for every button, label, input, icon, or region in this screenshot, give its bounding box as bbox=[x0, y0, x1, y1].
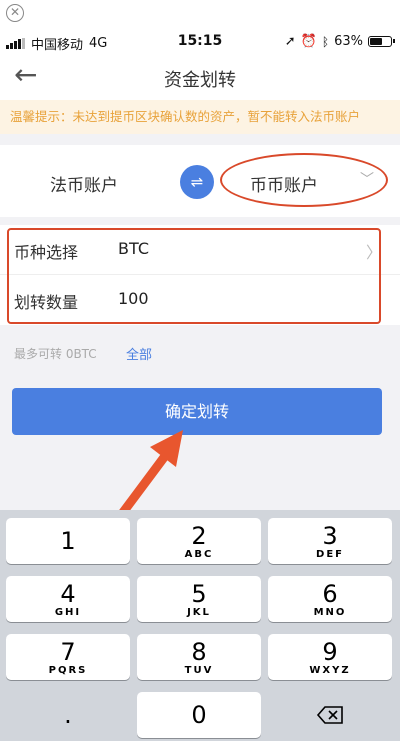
key-digit: 1 bbox=[60, 527, 76, 555]
key-dot[interactable]: . bbox=[6, 692, 130, 738]
key-4[interactable]: 4 GHI bbox=[6, 576, 130, 622]
account-selector: 法币账户 ⇌ 币币账户 ﹀ bbox=[0, 145, 400, 217]
browser-top-strip: ✕ bbox=[0, 0, 400, 30]
key-letters: GHI bbox=[54, 607, 82, 618]
max-transfer-text: 最多可转 0BTC bbox=[14, 347, 97, 361]
key-2[interactable]: 2 ABC bbox=[137, 518, 261, 564]
battery-percent: 63% bbox=[334, 34, 363, 49]
key-digit: 7 bbox=[60, 638, 76, 666]
key-6[interactable]: 6 MNO bbox=[268, 576, 392, 622]
backspace-icon[interactable] bbox=[268, 692, 392, 738]
key-letters: PQRS bbox=[48, 665, 88, 676]
swap-icon[interactable]: ⇌ bbox=[180, 165, 214, 199]
key-digit: 4 bbox=[60, 580, 76, 608]
key-0[interactable]: 0 bbox=[137, 692, 261, 738]
key-3[interactable]: 3 DEF bbox=[268, 518, 392, 564]
key-digit: 0 bbox=[191, 701, 207, 729]
key-9[interactable]: 9 WXYZ bbox=[268, 634, 392, 680]
key-1[interactable]: 1 bbox=[6, 518, 130, 564]
key-digit: 8 bbox=[191, 638, 207, 666]
key-5[interactable]: 5 JKL bbox=[137, 576, 261, 622]
key-letters: DEF bbox=[316, 549, 344, 560]
key-digit: 9 bbox=[322, 638, 338, 666]
status-bar: 中国移动 4G 15:15 ➚ ⏰ ᛒ 63% bbox=[0, 30, 400, 54]
numeric-keyboard: 1 2 ABC 3 DEF 4 GHI 5 JKL 6 MNO 7 PQRS 8 TUV 9 WXYZ. 0 bbox=[0, 510, 400, 741]
key-7[interactable]: 7 PQRS bbox=[6, 634, 130, 680]
key-digit: 5 bbox=[191, 580, 207, 608]
page-title: 资金划转 bbox=[164, 70, 236, 91]
all-button[interactable]: 全部 bbox=[126, 344, 152, 363]
warning-banner: 温馨提示：未达到提币区块确认数的资产，暂不能转入法币账户 bbox=[0, 100, 400, 134]
annotation-oval bbox=[220, 153, 388, 207]
key-digit: 3 bbox=[322, 522, 338, 550]
key-digit: . bbox=[64, 701, 72, 729]
confirm-transfer-button[interactable]: 确定划转 bbox=[12, 388, 382, 435]
key-digit: 6 bbox=[322, 580, 338, 608]
key-letters: TUV bbox=[184, 665, 214, 676]
annotation-rect bbox=[7, 228, 381, 324]
key-letters: ABC bbox=[184, 549, 214, 560]
close-icon[interactable]: ✕ bbox=[6, 4, 24, 22]
location-icon: ➚ bbox=[284, 34, 296, 49]
from-account[interactable]: 法币账户 bbox=[50, 171, 118, 196]
key-letters: JKL bbox=[187, 607, 211, 618]
bluetooth-icon: ᛒ bbox=[321, 34, 330, 49]
alarm-icon: ⏰ bbox=[300, 34, 317, 49]
nav-bar: ← 资金划转 bbox=[0, 54, 400, 100]
key-letters: WXYZ bbox=[309, 665, 351, 676]
key-letters: MNO bbox=[313, 607, 347, 618]
key-8[interactable]: 8 TUV bbox=[137, 634, 261, 680]
battery-icon bbox=[368, 36, 395, 47]
key-digit: 2 bbox=[191, 522, 207, 550]
